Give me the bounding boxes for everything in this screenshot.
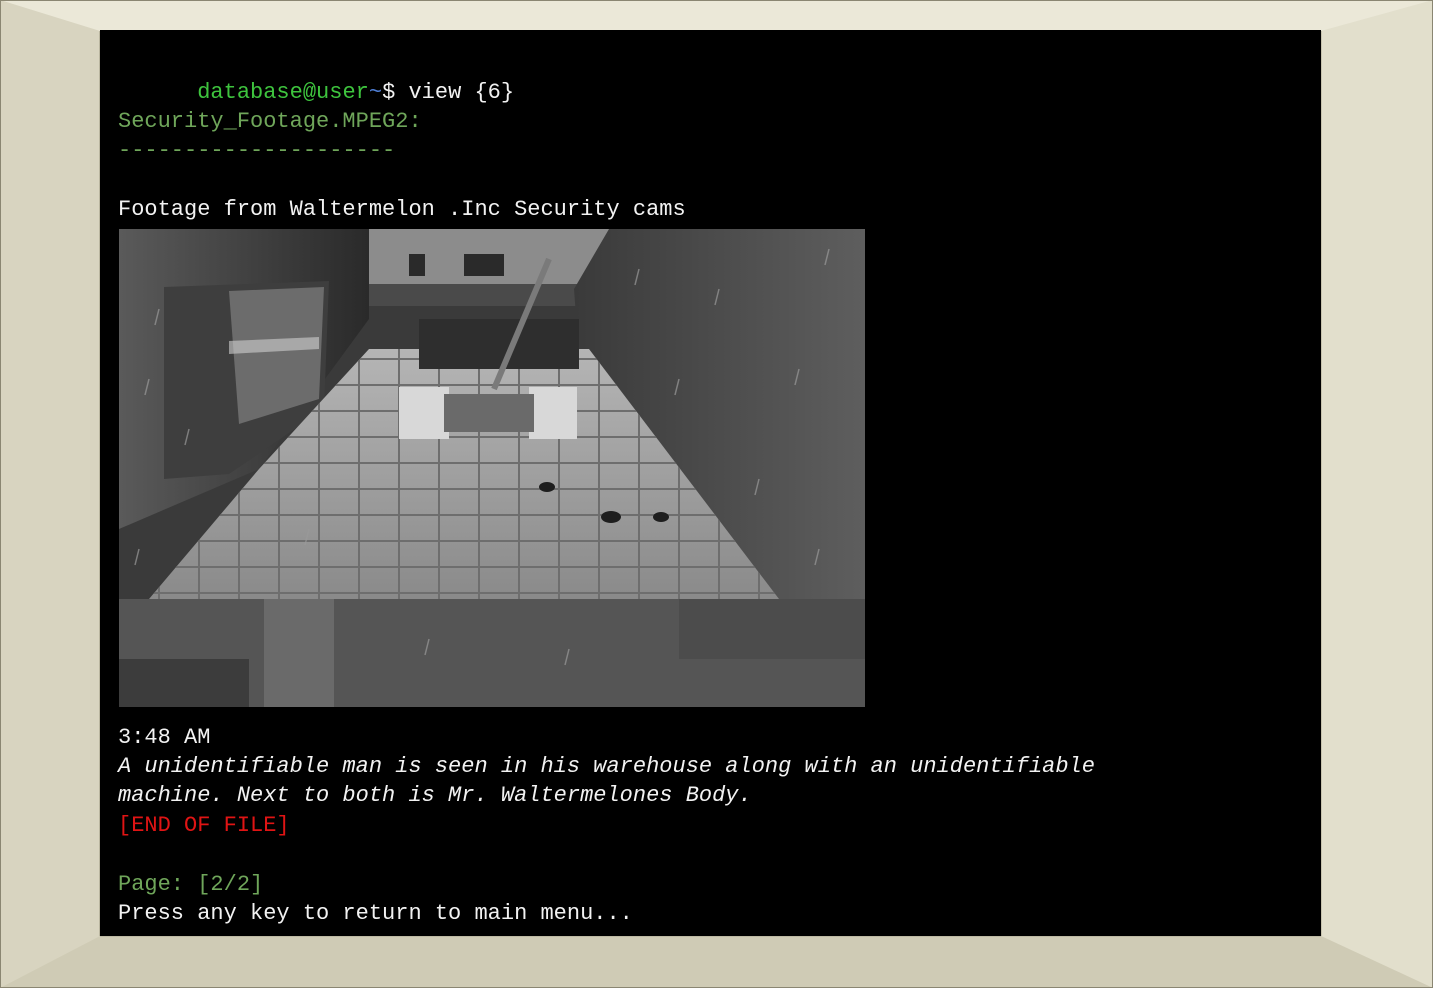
footage-scene <box>119 229 865 707</box>
divider-line: --------------------- <box>118 138 396 163</box>
footage-timestamp: 3:48 AM <box>118 725 211 750</box>
footage-description: Footage from Waltermelon .Inc Security c… <box>118 197 686 222</box>
command-text: view {6} <box>408 80 515 105</box>
page-indicator: Page: [2/2] <box>118 872 264 897</box>
file-name: Security_Footage.MPEG2: <box>118 109 422 134</box>
prompt-tilde: ~ <box>368 80 383 105</box>
footage-caption-line1: A unidentifiable man is seen in his ware… <box>118 754 1095 779</box>
return-prompt[interactable]: Press any key to return to main menu... <box>118 899 633 928</box>
terminal-screen[interactable]: database@user~$ view {6} Security_Footag… <box>100 30 1321 936</box>
security-footage-image <box>119 229 865 707</box>
footage-caption-line2: machine. Next to both is Mr. Waltermelon… <box>118 783 752 808</box>
end-of-file-marker: [END OF FILE] <box>118 813 290 838</box>
prompt-user: database@user <box>197 80 369 105</box>
monitor-bezel: database@user~$ view {6} Security_Footag… <box>0 0 1433 988</box>
prompt-symbol: $ <box>382 80 409 105</box>
